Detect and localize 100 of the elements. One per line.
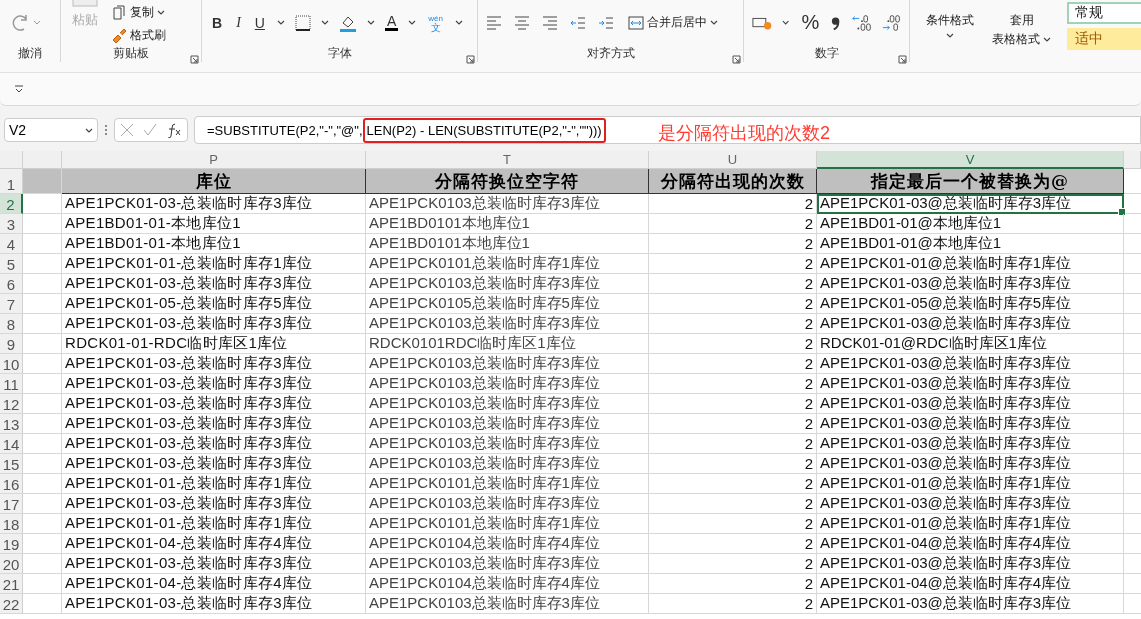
align-icon[interactable] xyxy=(542,15,558,30)
table-cell: APE1PCK01-04-总装临时库存4库位 xyxy=(62,534,366,554)
chevron-icon[interactable] xyxy=(408,20,417,25)
row-number[interactable]: 13 xyxy=(0,414,23,434)
underline-button[interactable]: U xyxy=(252,12,267,33)
phonetic-button[interactable]: wén 文 xyxy=(426,11,445,34)
row-number[interactable]: 11 xyxy=(0,374,23,394)
chevron-icon[interactable] xyxy=(85,127,93,133)
row-number[interactable]: 22 xyxy=(0,594,23,614)
table-cell: APE1PCK01-04-总装临时库存4库位 xyxy=(62,574,366,594)
copy-button[interactable]: 复制 xyxy=(109,2,168,23)
indent-icon[interactable] xyxy=(570,15,586,30)
borders-icon[interactable] xyxy=(294,14,311,31)
dialog-launcher-icon[interactable] xyxy=(190,55,199,64)
align-icon[interactable] xyxy=(514,15,530,30)
table-cell: 2 xyxy=(649,554,817,574)
table-cell: APE1PCK01-03@总装临时库存3库位 xyxy=(817,354,1124,374)
group-label: 数字 xyxy=(814,45,839,62)
table-cell: APE1BD0101本地库位1 xyxy=(366,234,649,254)
table-cell: APE1PCK0103总装临时库存3库位 xyxy=(366,194,649,214)
row-number[interactable]: 7 xyxy=(0,294,23,314)
table-cell: APE1PCK0101总装临时库存1库位 xyxy=(366,474,649,494)
table-cell: APE1PCK01-03@总装临时库存3库位 xyxy=(817,454,1124,474)
row-number[interactable]: 20 xyxy=(0,554,23,574)
row-number[interactable]: 4 xyxy=(0,234,23,254)
annotation-text: 是分隔符出现的次数2 xyxy=(658,122,830,144)
dialog-launcher-icon[interactable] xyxy=(732,55,741,64)
decrease-decimal-icon[interactable] xyxy=(880,13,901,32)
row-number[interactable]: 19 xyxy=(0,534,23,554)
row-number[interactable]: 3 xyxy=(0,214,23,234)
table-cell: APE1PCK01-04@总装临时库存4库位 xyxy=(817,534,1124,554)
row-number[interactable]: 12 xyxy=(0,394,23,414)
table-cell: 2 xyxy=(649,494,817,514)
chevron-icon[interactable] xyxy=(320,20,329,25)
more-icon[interactable] xyxy=(104,124,108,136)
row-number[interactable]: 17 xyxy=(0,494,23,514)
comma-style-icon[interactable] xyxy=(831,14,841,31)
row-number[interactable]: 15 xyxy=(0,454,23,474)
chevron-icon[interactable] xyxy=(276,20,285,25)
table-cell: 2 xyxy=(649,214,817,234)
table-cell: 2 xyxy=(649,474,817,494)
table-cell: APE1BD01-01-本地库位1 xyxy=(62,214,366,234)
align-icon[interactable] xyxy=(486,15,502,30)
row-number[interactable]: 16 xyxy=(0,474,23,494)
row-number[interactable]: 2 xyxy=(0,194,23,214)
table-cell: APE1PCK01-03@总装临时库存3库位 xyxy=(817,434,1124,454)
conditional-format-button[interactable]: 条件格式 xyxy=(924,10,976,40)
table-cell: APE1BD01-01-本地库位1 xyxy=(62,234,366,254)
row-number[interactable]: 18 xyxy=(0,514,23,534)
chevron-icon[interactable] xyxy=(157,10,165,15)
expand-ribbon-icon[interactable] xyxy=(14,84,24,94)
name-box[interactable]: V2 xyxy=(4,118,98,142)
font-color-button[interactable]: A xyxy=(384,14,399,31)
table-cell: RDCK01-01-RDC临时库区1库位 xyxy=(62,334,366,354)
table-cell: 2 xyxy=(649,534,817,554)
row-number[interactable]: 5 xyxy=(0,254,23,274)
table-format-button[interactable]: 套用 表格格式 xyxy=(990,10,1053,50)
table-cell: APE1PCK01-03@总装临时库存3库位 xyxy=(817,414,1124,434)
table-cell: APE1PCK0103总装临时库存3库位 xyxy=(366,314,649,334)
column-header[interactable]: U xyxy=(649,151,817,169)
chevron-icon[interactable] xyxy=(710,20,718,25)
chevron-icon[interactable] xyxy=(782,20,790,25)
row-number[interactable]: 9 xyxy=(0,334,23,354)
table-cell: 2 xyxy=(649,454,817,474)
chevron-icon[interactable] xyxy=(1043,37,1051,42)
table-cell: 2 xyxy=(649,194,817,214)
percent-button[interactable]: % xyxy=(799,9,822,36)
table-cell: APE1BD01-01@本地库位1 xyxy=(817,234,1124,254)
fill-handle[interactable] xyxy=(1118,208,1126,216)
chevron-icon[interactable] xyxy=(454,20,463,25)
merge-center-button[interactable]: 合并后居中 xyxy=(626,12,720,33)
table-cell: 2 xyxy=(649,394,817,414)
row-number[interactable]: 21 xyxy=(0,574,23,594)
format-painter-button[interactable]: 格式刷 xyxy=(109,25,168,45)
table-cell: APE1BD0101本地库位1 xyxy=(366,214,649,234)
column-header[interactable]: P xyxy=(62,151,366,169)
row-number[interactable]: 14 xyxy=(0,434,23,454)
column-header[interactable]: T xyxy=(366,151,649,169)
check-icon[interactable] xyxy=(143,123,157,137)
increase-decimal-icon[interactable] xyxy=(850,13,871,32)
indent-icon[interactable] xyxy=(598,15,614,30)
table-cell: APE1PCK01-01@总装临时库存1库位 xyxy=(817,514,1124,534)
table-cell: APE1PCK0105总装临时库存5库位 xyxy=(366,294,649,314)
style-tile[interactable]: 适中 xyxy=(1067,28,1141,50)
function-icon[interactable] xyxy=(166,122,183,138)
table-cell: APE1PCK01-03@总装临时库存3库位 xyxy=(817,374,1124,394)
row-number[interactable]: 6 xyxy=(0,274,23,294)
table-cell: APE1PCK01-03-总装临时库存3库位 xyxy=(62,414,366,434)
dialog-launcher-icon[interactable] xyxy=(466,55,475,64)
italic-button[interactable]: I xyxy=(234,12,243,33)
row-number[interactable]: 1 xyxy=(0,169,23,194)
column-header[interactable]: V xyxy=(817,151,1124,169)
chevron-icon[interactable] xyxy=(946,33,954,38)
style-tile[interactable]: 常规 xyxy=(1067,2,1141,24)
row-number[interactable]: 10 xyxy=(0,354,23,374)
chevron-icon[interactable] xyxy=(366,20,375,25)
dialog-launcher-icon[interactable] xyxy=(898,55,907,64)
row-number[interactable]: 8 xyxy=(0,314,23,334)
bold-button[interactable]: B xyxy=(210,12,225,33)
group-label: 字体 xyxy=(327,45,352,62)
